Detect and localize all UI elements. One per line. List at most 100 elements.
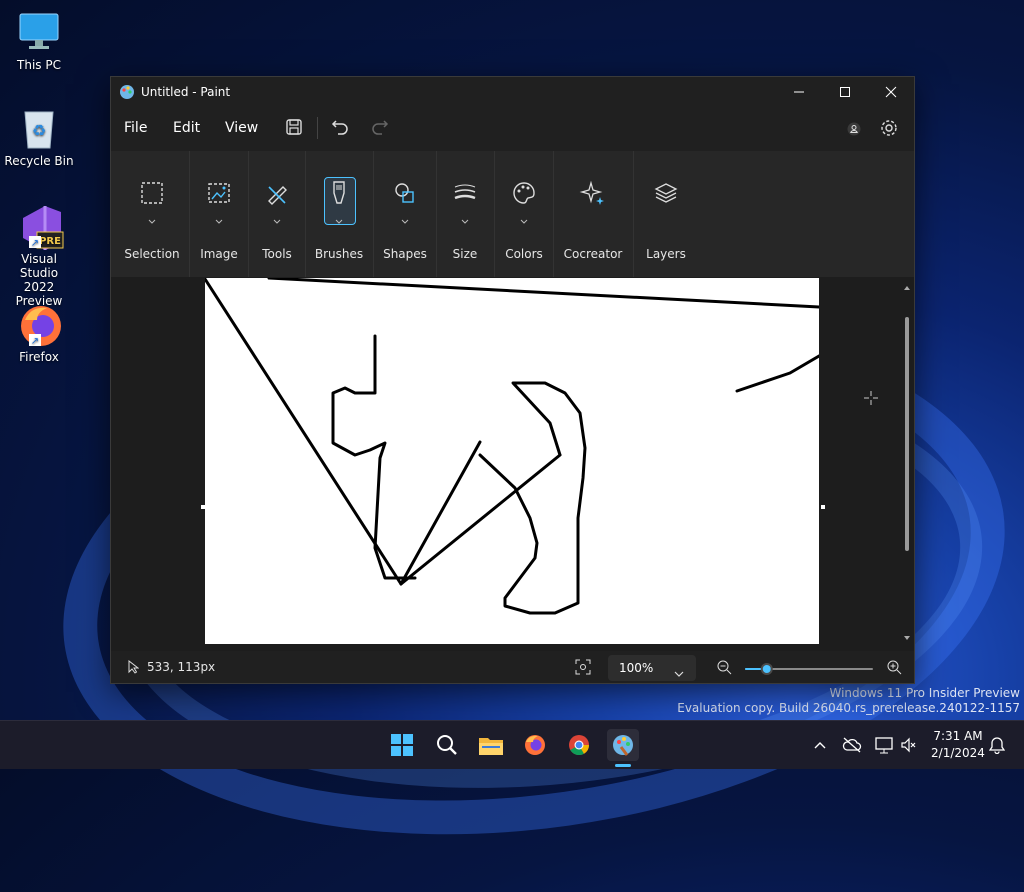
zoom-out-icon[interactable]	[716, 659, 732, 679]
ribbon-group-cocreator[interactable]: Cocreator	[554, 151, 632, 277]
zoom-in-icon[interactable]	[886, 659, 902, 679]
undo-icon[interactable]	[331, 118, 349, 140]
clock-time[interactable]: 7:31 AM	[925, 729, 991, 743]
chevron-down-icon	[460, 211, 470, 224]
cloud-offline-icon[interactable]	[838, 729, 866, 761]
minimize-button[interactable]	[776, 77, 822, 107]
ribbon-group-brushes[interactable]: Brushes	[306, 151, 372, 277]
zoom-slider-graphic	[745, 663, 873, 675]
canvas-workspace	[111, 276, 914, 651]
ribbon-group-size[interactable]: Size	[437, 151, 493, 277]
svg-text:↗: ↗	[31, 336, 39, 347]
svg-text:↗: ↗	[31, 238, 39, 249]
ribbon-toolbar: Selection Image Tools Brushes Shapes Siz…	[111, 151, 914, 277]
ribbon-group-image[interactable]: Image	[190, 151, 248, 277]
firefox-icon: ↗	[17, 302, 61, 347]
desktop-icon-label: Recycle Bin	[4, 154, 74, 168]
pointer-icon	[127, 659, 140, 678]
canvas-resize-handle[interactable]	[201, 505, 205, 509]
svg-text:♻: ♻	[32, 121, 46, 140]
ribbon-group-label: Shapes	[383, 247, 427, 261]
ribbon-group-selection[interactable]: Selection	[117, 151, 187, 277]
recycle-bin-icon: ♻	[17, 106, 61, 150]
fit-to-window-icon[interactable]	[575, 659, 591, 679]
windows-watermark: Windows 11 Pro Insider Preview Evaluatio…	[677, 686, 1020, 716]
zoom-dropdown[interactable]: 100%	[608, 655, 696, 681]
menu-separator	[317, 117, 318, 139]
menu-bar: File Edit View	[111, 111, 914, 145]
zoom-slider[interactable]	[743, 660, 875, 675]
canvas-drawing	[203, 276, 821, 615]
desktop-icon-label: Firefox	[19, 350, 59, 364]
scrollbar-graphic	[904, 286, 910, 640]
redo-icon[interactable]	[371, 118, 389, 140]
watermark-line: Evaluation copy. Build 26040.rs_prerelea…	[677, 701, 1020, 715]
ribbon-group-label: Size	[452, 247, 478, 261]
save-icon[interactable]	[285, 118, 303, 140]
ribbon-group-shapes[interactable]: Shapes	[374, 151, 436, 277]
taskbar: 7:31 AM 2/1/2024	[0, 720, 1024, 769]
title-bar[interactable]: Untitled - Paint	[111, 77, 914, 107]
image-icon	[205, 179, 233, 207]
desktop-icon-firefox[interactable]: ↗ Firefox	[1, 302, 77, 364]
clock-date[interactable]: 2/1/2024	[925, 746, 991, 760]
chevron-down-icon	[214, 211, 224, 224]
menu-file[interactable]: File	[124, 120, 147, 136]
status-bar: 533, 113px 100%	[111, 651, 914, 683]
layers-icon	[652, 179, 680, 207]
search-icon[interactable]	[431, 729, 463, 761]
window-title: Untitled - Paint	[141, 85, 231, 99]
active-app-indicator	[615, 764, 631, 767]
watermark-line: Windows 11 Pro Insider Preview	[829, 686, 1020, 700]
chevron-down-icon	[674, 663, 684, 682]
firefox-icon[interactable]	[519, 729, 551, 761]
file-explorer-icon[interactable]	[475, 729, 507, 761]
chevron-down-icon	[519, 211, 529, 224]
crosshair-cursor-icon	[863, 390, 879, 410]
sparkle-icon	[579, 179, 607, 207]
notification-bell-icon[interactable]	[984, 729, 1010, 761]
desktop-icon-this-pc[interactable]: This PC	[1, 10, 77, 72]
shapes-icon	[391, 179, 419, 207]
paint-icon	[119, 84, 135, 100]
start-icon[interactable]	[386, 729, 418, 761]
canvas-resize-handle[interactable]	[821, 505, 825, 509]
zoom-value: 100%	[619, 661, 654, 675]
desktop-icon-recycle-bin[interactable]: ♻ Recycle Bin	[1, 106, 77, 168]
ribbon-group-colors[interactable]: Colors	[495, 151, 553, 277]
vertical-scrollbar[interactable]	[902, 281, 912, 643]
chrome-icon[interactable]	[563, 729, 595, 761]
ribbon-group-label: Tools	[262, 247, 292, 261]
ribbon-group-label: Cocreator	[563, 247, 623, 261]
menu-edit[interactable]: Edit	[173, 120, 200, 136]
ribbon-group-tools[interactable]: Tools	[249, 151, 305, 277]
ribbon-group-label: Brushes	[314, 247, 364, 261]
paint-window: Untitled - Paint File Edit View Selectio…	[110, 76, 915, 684]
chevron-down-icon	[272, 211, 282, 224]
maximize-button[interactable]	[822, 77, 868, 107]
chevron-up-icon[interactable]	[806, 729, 834, 761]
desktop-icon-visual-studio[interactable]: PRE ↗ Visual Studio 2022 Preview	[1, 204, 77, 308]
account-icon[interactable]	[847, 121, 861, 140]
ribbon-group-label: Colors	[505, 247, 543, 261]
close-button[interactable]	[868, 77, 914, 107]
tools-icon	[263, 179, 291, 207]
network-icon[interactable]	[870, 729, 898, 761]
svg-text:PRE: PRE	[39, 236, 61, 247]
selection-icon	[138, 179, 166, 207]
chevron-down-icon	[334, 211, 344, 224]
menu-view[interactable]: View	[225, 120, 258, 136]
chevron-down-icon	[400, 211, 410, 224]
paint-icon[interactable]	[607, 729, 639, 761]
settings-gear-icon[interactable]	[879, 118, 899, 142]
brush-icon	[325, 179, 353, 207]
ribbon-group-layers[interactable]: Layers	[634, 151, 698, 277]
volume-muted-icon[interactable]	[896, 729, 922, 761]
size-icon	[451, 179, 479, 207]
visual-studio-icon: PRE ↗	[17, 204, 64, 250]
ribbon-group-label: Layers	[646, 247, 686, 261]
drawing-canvas[interactable]	[203, 276, 821, 644]
palette-icon	[510, 179, 538, 207]
ribbon-group-label: Selection	[124, 247, 180, 261]
monitor-icon	[17, 10, 61, 54]
